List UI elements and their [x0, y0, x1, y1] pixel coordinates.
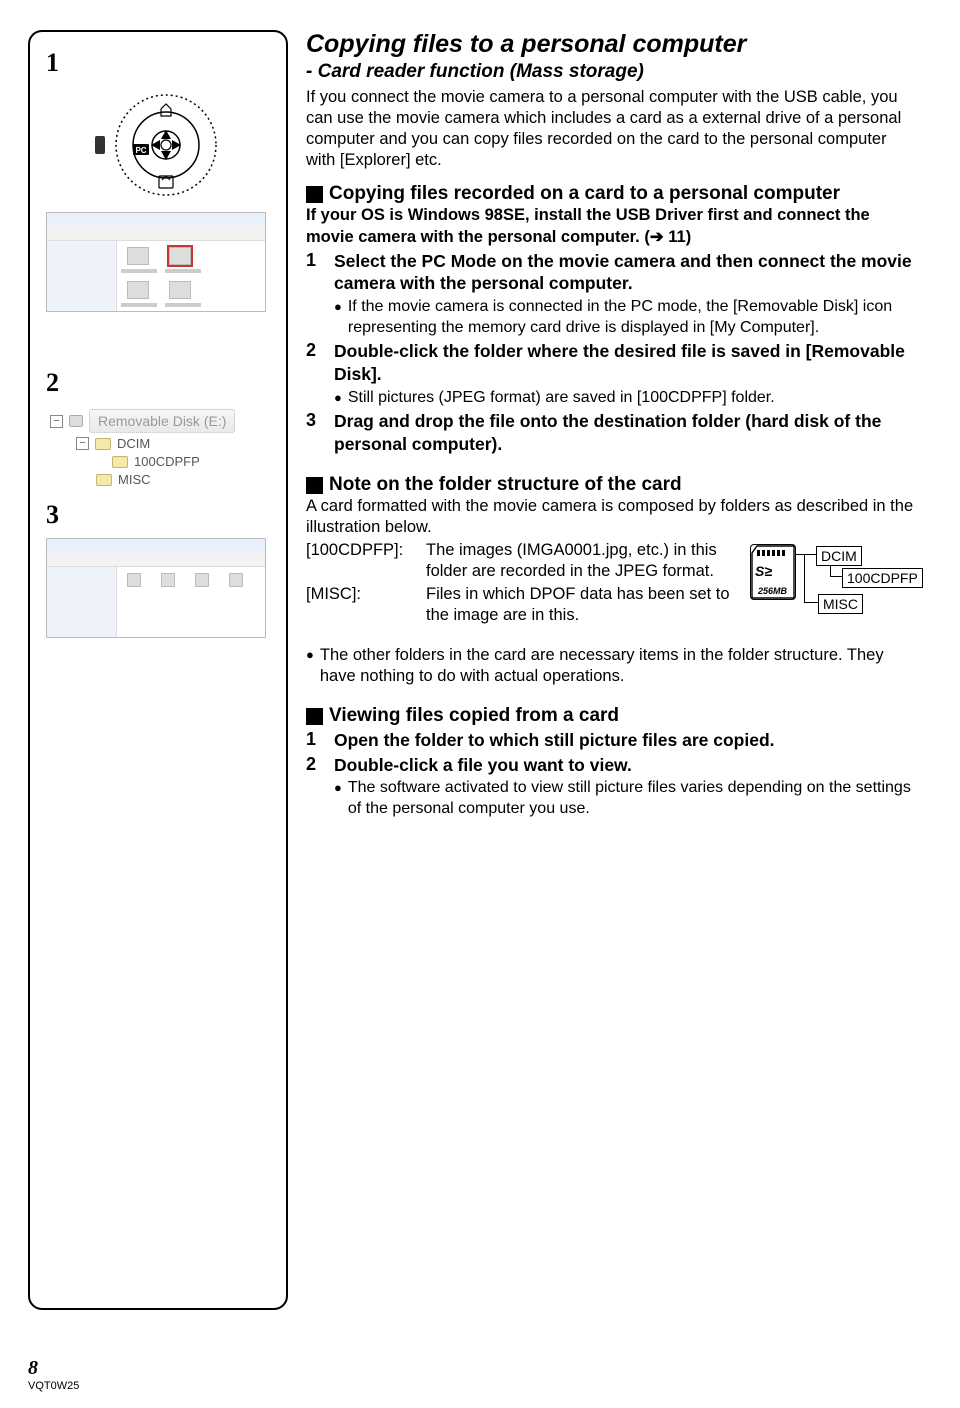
my-computer-thumbnail [46, 212, 266, 312]
sd-card-diagram: S≥ 256MB DCIM 100CDPFP MISC [750, 544, 920, 626]
step-number: 1 [306, 250, 324, 338]
sd-logo: S≥ [755, 563, 772, 579]
page-title: Copying files to a personal computer [306, 30, 920, 59]
bullet-icon: ● [334, 388, 342, 409]
sec3-step1-title: Open the folder to which still picture f… [334, 729, 920, 752]
sd-100cdpfp-box: 100CDPFP [842, 568, 923, 588]
step1-bullet: If the movie camera is connected in the … [348, 297, 920, 338]
step1-title: Select the PC Mode on the movie camera a… [334, 250, 920, 296]
fs-desc-100cdpfp: The images (IMGA0001.jpg, etc.) in this … [426, 540, 736, 582]
sd-size-label: 256MB [754, 586, 787, 596]
content-column: Copying files to a personal computer - C… [306, 30, 920, 1310]
removable-disk-label: Removable Disk (E:) [89, 409, 235, 433]
tree-collapse-icon: − [50, 415, 63, 428]
square-bullet-icon [306, 708, 323, 725]
square-bullet-icon [306, 186, 323, 203]
mode-dial-icon: PC [111, 90, 221, 200]
square-bullet-icon [306, 477, 323, 494]
left-illustration-column: 1 PC [28, 30, 288, 1310]
sd-misc-box: MISC [818, 594, 863, 614]
section-heading-folder-structure: Note on the folder structure of the card [306, 474, 920, 496]
tree-dcim-label: DCIM [117, 436, 150, 451]
step3-title: Drag and drop the file onto the destinat… [334, 410, 920, 456]
mode-dial-illustration: PC [40, 90, 276, 200]
sec3-step2-bullet: The software activated to view still pic… [348, 778, 920, 819]
sec1-step2: 2 Double-click the folder where the desi… [306, 340, 920, 408]
folder-icon [112, 456, 128, 468]
tree-collapse-icon: − [76, 437, 89, 450]
page-number: 8 [28, 1357, 79, 1380]
step2-title: Double-click the folder where the desire… [334, 340, 920, 386]
step2-bullet: Still pictures (JPEG format) are saved i… [348, 388, 775, 409]
dial-slider-icon [95, 136, 105, 154]
bullet-icon: ● [306, 645, 314, 687]
fs-desc-misc: Files in which DPOF data has been set to… [426, 584, 736, 626]
removable-disk-highlight-icon [169, 247, 191, 265]
explorer-thumbnail [46, 538, 266, 638]
folder-structure-block: [100CDPFP]: The images (IMGA0001.jpg, et… [306, 540, 920, 626]
folder-icon [96, 474, 112, 486]
ref-number-2: 2 [46, 368, 276, 398]
sd-card-icon: S≥ 256MB [750, 544, 796, 600]
fs-label-misc: [MISC]: [306, 584, 416, 626]
sec3-step2-title: Double-click a file you want to view. [334, 754, 920, 777]
fs-label-100cdpfp: [100CDPFP]: [306, 540, 416, 582]
page-footer: 8 VQT0W25 [28, 1357, 79, 1392]
drive-icon [69, 415, 83, 427]
section-heading-copying: Copying files recorded on a card to a pe… [306, 183, 920, 205]
folder-icon [95, 438, 111, 450]
sec2-note-bullet: The other folders in the card are necess… [320, 645, 920, 687]
sec2-para: A card formatted with the movie camera i… [306, 496, 920, 538]
sec1-lead: If your OS is Windows 98SE, install the … [306, 205, 920, 247]
bullet-icon: ● [334, 297, 342, 338]
bullet-icon: ● [334, 778, 342, 819]
section-heading-viewing: Viewing files copied from a card [306, 705, 920, 727]
document-code: VQT0W25 [28, 1380, 79, 1392]
step-number: 3 [306, 410, 324, 456]
sec3-step2: 2 Double-click a file you want to view. … [306, 754, 920, 820]
tree-misc-label: MISC [118, 472, 151, 487]
step-number: 1 [306, 729, 324, 752]
sec1-step3: 3 Drag and drop the file onto the destin… [306, 410, 920, 456]
ref-number-1: 1 [46, 48, 276, 78]
pc-mode-badge: PC [135, 146, 146, 155]
sec1-step1: 1 Select the PC Mode on the movie camera… [306, 250, 920, 338]
tree-100cdpfp-label: 100CDPFP [134, 454, 200, 469]
intro-paragraph: If you connect the movie camera to a per… [306, 87, 920, 171]
folder-tree-illustration: − Removable Disk (E:) − DCIM 100CDPFP MI… [50, 406, 276, 490]
step-number: 2 [306, 340, 324, 408]
sd-dcim-box: DCIM [816, 546, 862, 566]
page-subtitle: - Card reader function (Mass storage) [306, 61, 920, 83]
step-number: 2 [306, 754, 324, 820]
sec3-step1: 1 Open the folder to which still picture… [306, 729, 920, 752]
ref-number-3: 3 [46, 500, 276, 530]
